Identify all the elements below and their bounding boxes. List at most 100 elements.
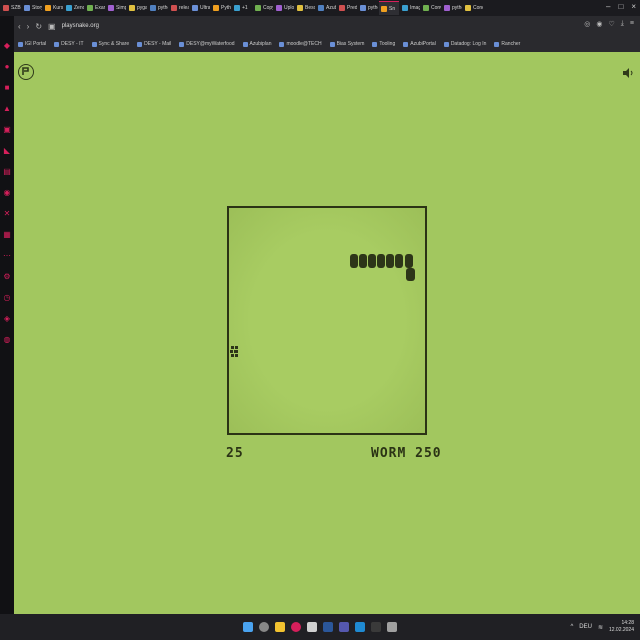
bookmark-item[interactable]: Datadog: Log In: [443, 41, 486, 47]
vscode-icon[interactable]: [355, 622, 365, 632]
bookmark-item[interactable]: Azubiplan: [242, 41, 271, 47]
file-explorer-icon[interactable]: [275, 622, 285, 632]
teams-icon[interactable]: [339, 622, 349, 632]
clock[interactable]: 14:28 12.02.2024: [609, 620, 634, 634]
bookmark-item[interactable]: moodle@TECH: [279, 41, 322, 47]
browser-tab[interactable]: Predic: [337, 1, 357, 15]
vpn-icon[interactable]: ◉: [3, 189, 11, 197]
chevron-up-icon[interactable]: ^: [570, 624, 573, 630]
browser-tab[interactable]: pytho: [358, 1, 378, 15]
search-icon[interactable]: [259, 622, 269, 632]
menu-icon[interactable]: ≡: [630, 20, 634, 28]
browser-tab[interactable]: Image: [400, 1, 420, 15]
browser-tab[interactable]: Sn: [379, 1, 399, 15]
minimize-icon[interactable]: –: [606, 2, 610, 11]
tab-label: Zendes: [74, 5, 84, 11]
browser-tab[interactable]: Simpl: [106, 1, 126, 15]
bookmark-item[interactable]: Sync & Share: [91, 41, 129, 47]
tab-label: Simpl: [116, 5, 126, 11]
tab-favicon-icon: [66, 5, 72, 11]
speaker-icon[interactable]: [622, 66, 634, 78]
maximize-icon[interactable]: □: [618, 2, 623, 11]
twitch-icon[interactable]: ▲: [3, 105, 11, 113]
bookmark-label: DESY - Mail: [144, 41, 172, 47]
bookmark-item[interactable]: AzubiPortal: [403, 41, 436, 47]
current-score: 25: [226, 446, 244, 461]
bookmark-label: IGI Portal: [25, 41, 47, 47]
windows-start-icon[interactable]: [243, 622, 253, 632]
camera-icon[interactable]: ◉: [596, 20, 602, 28]
download-icon[interactable]: ⤓: [621, 20, 624, 28]
adobe-icon[interactable]: ◣: [3, 147, 11, 155]
history-icon[interactable]: ◷: [3, 294, 11, 302]
bookmark-favicon-icon: [403, 41, 409, 47]
calendar-app-icon[interactable]: [307, 622, 317, 632]
wifi-icon[interactable]: ≋: [598, 624, 603, 631]
bookmark-item[interactable]: DESY - Mail: [137, 41, 171, 47]
forward-icon[interactable]: ›: [27, 22, 30, 31]
lang-indicator[interactable]: DEU: [579, 624, 592, 630]
bookmark-label: DESY - IT: [61, 41, 84, 47]
browser-tab[interactable]: pygam: [127, 1, 147, 15]
snake-logo-icon[interactable]: [18, 64, 34, 80]
bookmark-item[interactable]: DESY@myWaterfood: [179, 41, 235, 47]
messenger-icon[interactable]: ●: [3, 63, 11, 71]
bookmark-favicon-icon: [18, 41, 23, 47]
clock-date: 12.02.2024: [608, 627, 634, 633]
tab-favicon-icon: [129, 5, 135, 11]
bookmark-item[interactable]: Tooling: [372, 41, 395, 47]
tab-label: Storyj: [32, 5, 42, 11]
browser-tab[interactable]: +1: [232, 1, 252, 15]
x-icon[interactable]: ✕: [3, 210, 11, 218]
calendar-icon[interactable]: ▣: [3, 126, 11, 134]
browser-tab[interactable]: Zendes: [64, 1, 84, 15]
browser-tab[interactable]: python: [148, 1, 168, 15]
opera-browser-icon[interactable]: [291, 622, 301, 632]
browser-tab[interactable]: Copy: [253, 1, 273, 15]
bookmark-item[interactable]: Rancher: [494, 41, 520, 47]
browser-tab[interactable]: Ultrali: [190, 1, 210, 15]
player-icon[interactable]: ▦: [3, 231, 11, 239]
dots-icon[interactable]: ⋯: [3, 252, 11, 260]
tab-label: Predic: [347, 5, 357, 11]
browser-tab[interactable]: Storyj: [22, 1, 42, 15]
tab-favicon-icon: [255, 5, 261, 11]
reload-icon[interactable]: ↻: [35, 22, 42, 31]
terminal-icon[interactable]: [371, 622, 381, 632]
browser-tab[interactable]: Kursl: [43, 1, 63, 15]
tab-label: Conve: [431, 5, 441, 11]
browser-sidebar: ◆ ● ■ ▲ ▣ ◣ ▤ ◉ ✕ ▦ ⋯ ⚙ ◷ ◈ ◍: [0, 16, 14, 614]
extensions-icon[interactable]: ◈: [3, 315, 11, 323]
bookmark-favicon-icon: [329, 41, 335, 47]
browser-tab[interactable]: Pytho: [211, 1, 231, 15]
browser-tab[interactable]: releas: [169, 1, 189, 15]
browser-tab[interactable]: Examc: [85, 1, 105, 15]
browser-tab[interactable]: pytho: [442, 1, 462, 15]
browser-tab[interactable]: Conco: [463, 1, 483, 15]
browser-tab[interactable]: Azub: [316, 1, 336, 15]
bookmark-label: Bias System: [336, 41, 365, 47]
extension-icon[interactable]: ◎: [584, 20, 590, 28]
tab-label: python: [158, 5, 168, 11]
browser-tab[interactable]: Conve: [421, 1, 441, 15]
browser-tab[interactable]: Uploa: [274, 1, 294, 15]
tab-favicon-icon: [87, 5, 93, 11]
browser-tab[interactable]: SZB D: [1, 1, 21, 15]
bookmark-item[interactable]: DESY - IT: [54, 41, 84, 47]
word-icon[interactable]: [323, 622, 333, 632]
bookmark-icon[interactable]: ♡: [609, 20, 615, 28]
home-icon[interactable]: ◆: [3, 42, 11, 50]
browser-tab[interactable]: Beschr: [295, 1, 315, 15]
settings-icon[interactable]: ⚙: [3, 273, 11, 281]
back-icon[interactable]: ‹: [18, 22, 21, 31]
game-board[interactable]: [227, 206, 427, 435]
shopping-icon[interactable]: ■: [3, 84, 11, 92]
url-field[interactable]: playsnake.org: [62, 23, 99, 29]
snake-segment: [377, 254, 385, 268]
bookmark-item[interactable]: IGI Portal: [18, 41, 46, 47]
app-icon[interactable]: [387, 622, 397, 632]
gift-icon[interactable]: ◍: [3, 336, 11, 344]
bookmark-item[interactable]: Bias System: [329, 41, 365, 47]
notes-icon[interactable]: ▤: [3, 168, 11, 176]
close-icon[interactable]: ×: [631, 2, 636, 11]
